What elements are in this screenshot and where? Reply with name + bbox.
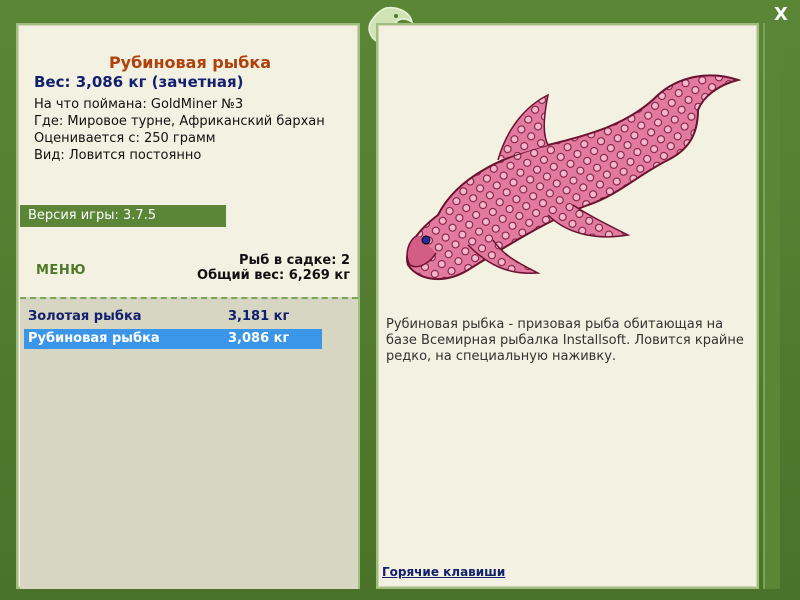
list-item-name: Золотая рыбка (28, 309, 142, 324)
frame-right-strip (763, 23, 780, 589)
hotkeys-link[interactable]: Горячие клавиши (382, 565, 505, 579)
list-item-selected[interactable]: Рубиновая рыбка 3,086 кг (24, 329, 322, 349)
catch-list: Золотая рыбка 3,181 кг Рубиновая рыбка 3… (20, 297, 358, 589)
list-item-weight: 3,181 кг (228, 309, 290, 324)
cage-stats: Рыб в садке: 2 Общий вес: 6,269 кг (197, 253, 350, 283)
caught-on-text: На что поймана: GoldMiner №3 (34, 97, 244, 112)
ruby-fish-image (406, 74, 742, 281)
fish-description-panel: Рубиновая рыбка - призовая рыба обитающа… (376, 23, 759, 589)
fish-description: Рубиновая рыбка - призовая рыба обитающа… (386, 317, 744, 364)
list-item-weight: 3,086 кг (228, 331, 290, 346)
list-item[interactable]: Золотая рыбка 3,181 кг (24, 307, 322, 327)
version-bar: Версия игры: 3.7.5 (20, 205, 226, 227)
location-text: Где: Мировое турне, Африканский бархан (34, 114, 325, 129)
kind-text: Вид: Ловится постоянно (34, 148, 202, 163)
fish-info-panel: Рубиновая рыбка Вес: 3,086 кг (зачетная)… (16, 23, 360, 589)
menu-button[interactable]: МЕНЮ (36, 263, 86, 278)
valued-from-text: Оценивается с: 250 грамм (34, 131, 216, 146)
list-item-name: Рубиновая рыбка (28, 331, 160, 346)
fish-weight: Вес: 3,086 кг (зачетная) (34, 73, 244, 91)
fish-title: Рубиновая рыбка (108, 53, 272, 72)
cage-total-weight: Общий вес: 6,269 кг (197, 268, 350, 283)
cage-count: Рыб в садке: 2 (238, 253, 350, 268)
